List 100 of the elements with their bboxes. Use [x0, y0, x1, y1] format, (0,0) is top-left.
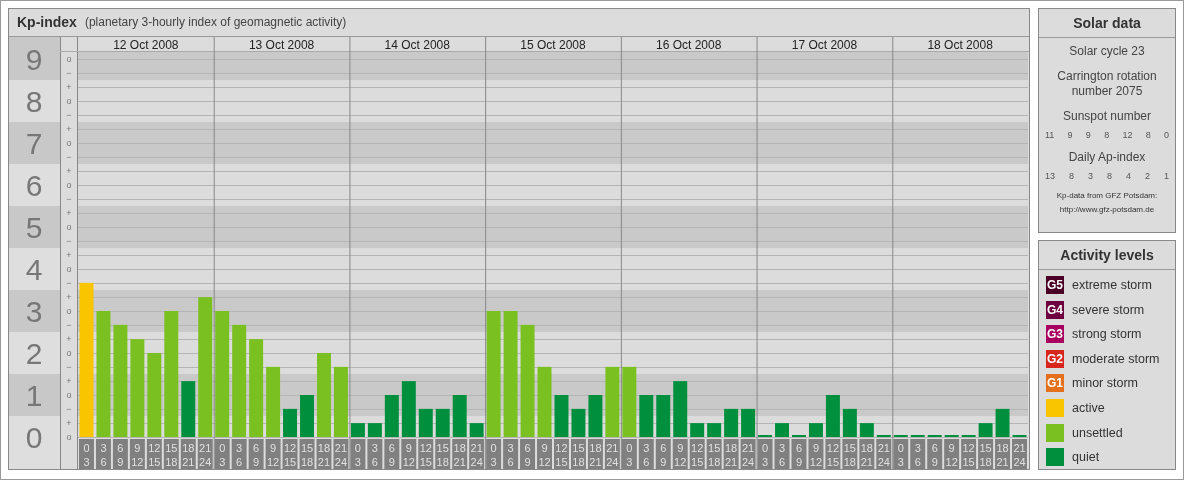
minor-tick-label: o: [66, 305, 72, 316]
credit-text: Kp-data from GFZ Potsdam:: [1056, 191, 1158, 201]
ap-value: 3: [1087, 171, 1093, 181]
x-tick-label: 0 3: [354, 441, 361, 468]
kp-bar: [300, 394, 314, 437]
level-swatch: G4: [1046, 300, 1064, 319]
hour-label: 18 21: [316, 438, 332, 469]
hour-label: 18 21: [995, 438, 1011, 469]
y-tick-label: 6: [25, 168, 43, 202]
axis-band: [9, 36, 60, 80]
minor-tick-label: +: [66, 375, 72, 386]
date-label: 13 Oct 2008: [248, 37, 315, 52]
hour-label: 21 24: [604, 438, 620, 469]
kp-bar: [944, 434, 959, 437]
minor-tick-label: o: [66, 137, 72, 148]
chart-title: Kp-index: [17, 14, 77, 31]
hour-label: 18 21: [452, 438, 468, 469]
minor-tick-label: −: [66, 67, 72, 78]
hour-label: 15 18: [978, 438, 994, 469]
minor-tick-label: o: [66, 347, 72, 358]
x-tick-label: 0 3: [761, 441, 769, 468]
hour-label: 3 6: [910, 438, 926, 469]
kp-bar: [775, 423, 789, 437]
x-tick-label: 0 3: [219, 441, 226, 468]
hour-label: 3 6: [774, 438, 790, 469]
y-tick-label: 7: [25, 126, 43, 160]
kp-bar: [927, 434, 942, 437]
kp-bar: [961, 434, 976, 437]
kp-bar: [893, 434, 908, 437]
hour-label: 6 9: [655, 438, 671, 469]
x-tick-label: 3 6: [100, 441, 107, 468]
minor-tick-label: −: [66, 403, 72, 414]
x-tick-label: 0 3: [897, 441, 904, 468]
kp-bar: [537, 366, 552, 437]
x-tick-label: 6 9: [931, 441, 938, 468]
hour-label: 21 24: [740, 438, 756, 469]
level-label: severe storm: [1072, 302, 1145, 317]
sunspot-value: 8: [1145, 130, 1151, 140]
sunspot-value: 9: [1067, 130, 1073, 140]
level-label: extreme storm: [1072, 278, 1152, 292]
hour-label: 6 9: [384, 438, 400, 469]
x-tick-label: 6 9: [117, 441, 124, 468]
kp-bar: [656, 394, 671, 437]
hour-label: 21 24: [333, 438, 349, 469]
level-label: unsettled: [1072, 425, 1123, 440]
hour-label: 9 12: [265, 438, 281, 469]
kp-bar: [639, 394, 654, 437]
level-swatch: G1: [1046, 374, 1064, 393]
sunspot-label: Sunspot number: [1062, 109, 1152, 124]
minor-tick-label: −: [66, 193, 72, 204]
minor-tick-label: o: [66, 221, 72, 232]
level-swatch: G3: [1046, 325, 1064, 344]
y-tick-label: 4: [25, 252, 43, 286]
hour-label: 21 24: [469, 438, 485, 469]
hour-label: 9 12: [401, 438, 417, 469]
kp-bar: [995, 408, 1010, 437]
date-label: 14 Oct 2008: [384, 37, 450, 52]
chart-subtitle: (planetary 3-hourly index of geomagnetic activity): [84, 15, 347, 30]
x-tick-label: 6 9: [795, 441, 803, 468]
y-tick-label: 0: [25, 420, 43, 454]
date-label: 18 Oct 2008: [927, 37, 993, 52]
minor-tick-label: +: [66, 249, 72, 260]
kp-bar: [181, 381, 196, 437]
kp-bar: [978, 423, 993, 437]
minor-tick-label: +: [66, 165, 72, 176]
hour-label: 9 12: [129, 438, 145, 469]
hour-label: 15 18: [299, 438, 315, 469]
minor-tick-label: −: [66, 235, 72, 246]
credit-link[interactable]: http://www.gfz-potsdam.de: [1059, 205, 1155, 215]
kp-bar: [859, 423, 874, 437]
sunspot-value: 12: [1122, 130, 1133, 140]
minor-tick-label: −: [66, 319, 72, 330]
hour-label: 3 6: [95, 438, 111, 469]
kp-bar: [588, 394, 603, 437]
hour-label: 18 21: [859, 438, 875, 469]
x-tick-label: 6 9: [253, 441, 260, 468]
y-tick-label: 1: [25, 378, 43, 412]
hour-label: 3 6: [367, 438, 383, 469]
hour-label: 9 12: [537, 438, 552, 469]
hour-label: 18 21: [723, 438, 739, 469]
minor-tick-label: +: [66, 207, 72, 218]
kp-bar: [690, 423, 705, 437]
kp-bar: [401, 381, 416, 437]
axis-band: [9, 289, 60, 332]
kp-bar: [333, 366, 348, 437]
hour-label: 9 12: [672, 438, 688, 469]
hour-label: 9 12: [944, 438, 960, 469]
minor-tick-label: o: [66, 431, 72, 442]
hour-label: 15 18: [842, 438, 858, 469]
kp-bar: [622, 366, 637, 437]
x-tick-label: 3 6: [643, 441, 650, 468]
kp-bar: [367, 423, 382, 437]
hour-label: 9 12: [808, 438, 824, 469]
solar-cycle-text: Solar cycle 23: [1069, 44, 1145, 59]
axis-band: [9, 205, 60, 248]
y-tick-label: 3: [25, 294, 43, 328]
date-label: 15 Oct 2008: [520, 37, 586, 52]
date-label: 16 Oct 2008: [656, 37, 722, 52]
sunspot-value: 8: [1104, 130, 1110, 140]
hour-label: 6 9: [248, 438, 264, 469]
